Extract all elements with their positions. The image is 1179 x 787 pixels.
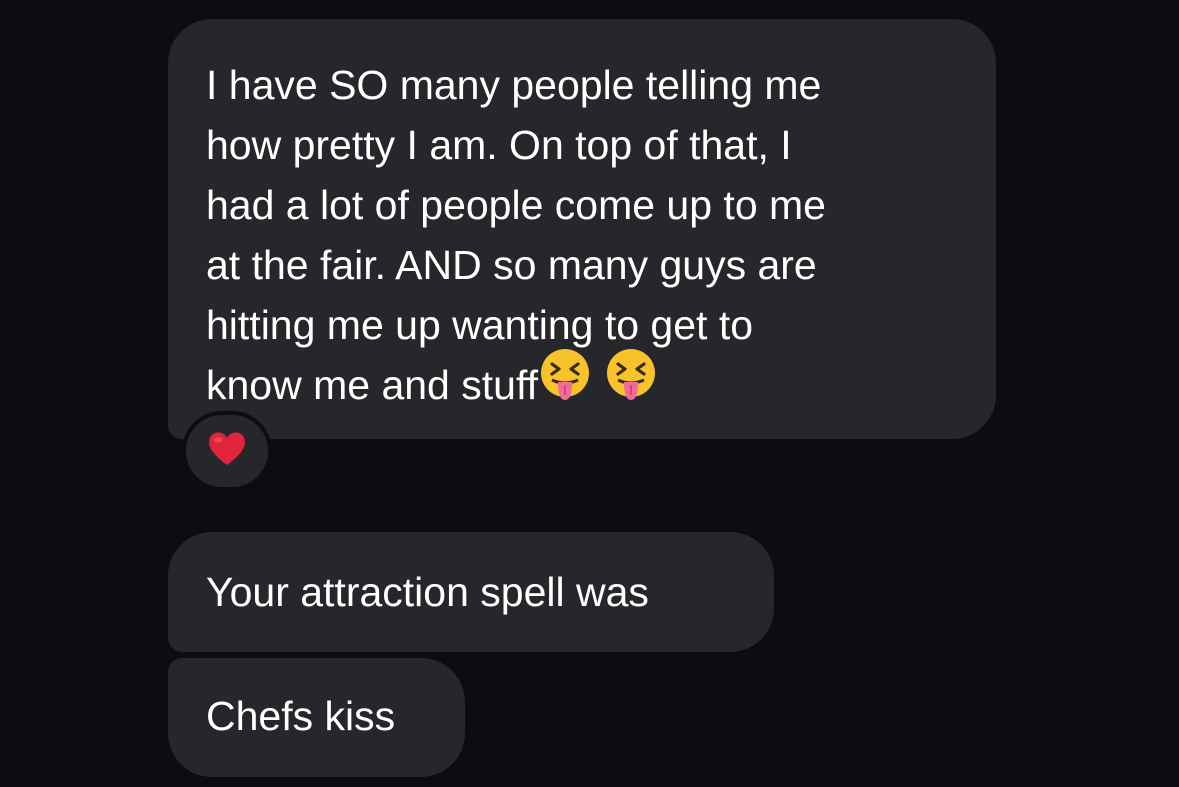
message-line: I have SO many people telling me [206,62,822,108]
message-text: Your attraction spell was [206,569,649,615]
squinting-face-with-tongue-icon [538,347,592,421]
chat-thread: I have SO many people telling me how pre… [0,0,1179,787]
reaction-badge[interactable] [182,411,272,491]
message-line: at the fair. AND so many guys are [206,242,817,288]
heart-icon [207,431,247,472]
squinting-face-with-tongue-icon [604,347,658,421]
message-bubble[interactable]: I have SO many people telling me how pre… [168,19,996,439]
message-line-last: know me and stuff [206,349,966,421]
message-bubble[interactable]: Chefs kiss [168,658,465,777]
message-line: had a lot of people come up to me [206,182,826,228]
message-line-text: know me and stuff [206,362,538,408]
message-line: how pretty I am. On top of that, I [206,122,792,168]
message-bubble[interactable]: Your attraction spell was [168,532,774,652]
message-text: Chefs kiss [206,693,396,739]
message-line: hitting me up wanting to get to [206,302,754,348]
